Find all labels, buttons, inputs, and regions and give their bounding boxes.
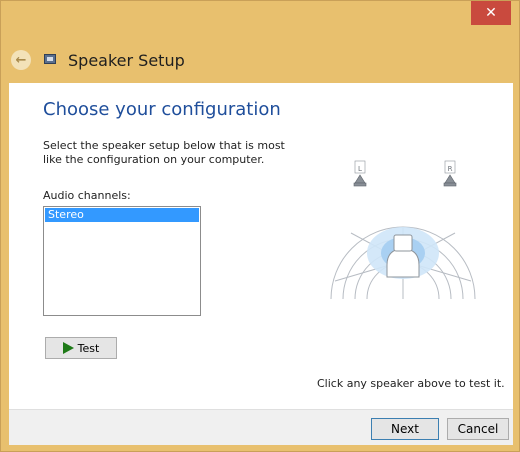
test-hint-text: Click any speaker above to test it.	[317, 377, 505, 390]
back-button[interactable]: ←	[11, 50, 31, 70]
right-speaker-label: R	[448, 165, 453, 173]
list-item[interactable]: Stereo	[45, 208, 199, 222]
main-panel: Choose your configuration Select the spe…	[9, 83, 513, 409]
left-speaker-label: L	[358, 165, 362, 173]
close-icon: ✕	[485, 5, 497, 21]
page-heading: Choose your configuration	[43, 99, 281, 120]
back-arrow-icon: ←	[15, 52, 27, 68]
button-bar: Next Cancel	[9, 409, 513, 445]
audio-channels-list[interactable]: Stereo	[43, 206, 201, 316]
speaker-setup-icon	[42, 52, 58, 68]
instructions-text: Select the speaker setup below that is m…	[43, 139, 285, 166]
title-bar: ← Speaker Setup	[11, 45, 185, 75]
audio-channels-label: Audio channels:	[43, 189, 131, 202]
next-button[interactable]: Next	[371, 418, 439, 440]
test-button-label: Test	[77, 341, 100, 355]
play-icon	[62, 342, 74, 354]
close-button[interactable]: ✕	[471, 1, 511, 25]
test-button[interactable]: Test	[45, 337, 117, 359]
cancel-button[interactable]: Cancel	[447, 418, 509, 440]
speaker-setup-window: ✕ ← Speaker Setup Choose your configurat…	[0, 0, 520, 452]
speaker-diagram: L R	[330, 160, 476, 300]
window-title: Speaker Setup	[68, 50, 185, 70]
